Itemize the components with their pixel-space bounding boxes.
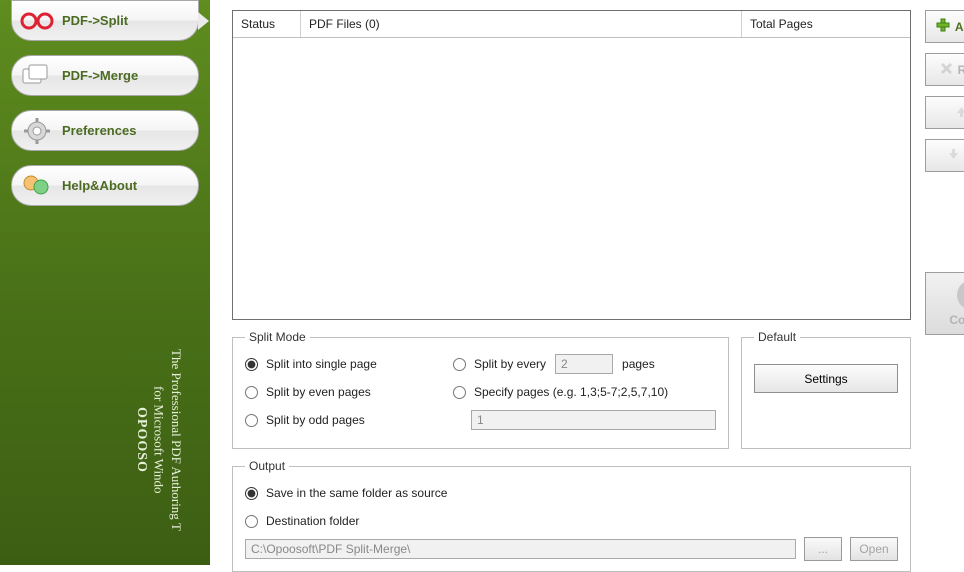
output-path-input[interactable] <box>245 539 796 559</box>
gear-icon <box>19 116 55 146</box>
plus-icon <box>936 18 950 35</box>
label-every-pre[interactable]: Split by every <box>474 357 546 371</box>
merge-icon <box>19 61 55 91</box>
output-legend: Output <box>245 459 289 473</box>
play-icon <box>957 280 964 310</box>
help-icon <box>19 171 55 201</box>
browse-button[interactable]: ... <box>804 537 842 561</box>
split-icon <box>19 6 55 36</box>
add-button[interactable]: Add <box>925 10 964 43</box>
split-legend: Split Mode <box>245 330 310 344</box>
label-every-post: pages <box>622 357 655 371</box>
file-list-header: Status PDF Files (0) Total Pages <box>233 11 910 38</box>
col-status[interactable]: Status <box>233 11 301 37</box>
nav-merge[interactable]: PDF->Merge <box>11 55 199 96</box>
nav-label: PDF->Split <box>62 13 128 28</box>
default-group: Default Settings <box>741 330 911 449</box>
arrow-up-icon <box>955 105 964 121</box>
label-single[interactable]: Split into single page <box>266 357 377 371</box>
label-odd[interactable]: Split by odd pages <box>266 413 365 427</box>
up-button[interactable]: Up <box>925 96 964 129</box>
col-pages[interactable]: Total Pages <box>742 11 910 37</box>
nav-split[interactable]: PDF->Split <box>11 0 199 41</box>
x-icon <box>940 62 953 78</box>
input-every[interactable] <box>555 354 613 374</box>
file-list[interactable]: Status PDF Files (0) Total Pages <box>232 10 911 320</box>
label-same-folder[interactable]: Save in the same folder as source <box>266 486 447 500</box>
radio-specify[interactable] <box>453 386 466 399</box>
nav-help[interactable]: Help&About <box>11 165 199 206</box>
radio-odd[interactable] <box>245 414 258 427</box>
default-legend: Default <box>754 330 800 344</box>
input-specify[interactable] <box>471 410 716 430</box>
label-specify[interactable]: Specify pages (e.g. 1,3;5-7;2,5,7,10) <box>474 385 668 399</box>
label-dest-folder[interactable]: Destination folder <box>266 514 359 528</box>
sidebar: PDF->Split PDF->Merge Preferences Help&A… <box>0 0 210 565</box>
arrow-down-icon <box>947 148 960 164</box>
radio-every[interactable] <box>453 358 466 371</box>
nav-label: Preferences <box>62 123 136 138</box>
down-button[interactable]: Down <box>925 139 964 172</box>
sidebar-tagline: The Professional PDF Authoring T for Mic… <box>131 320 185 560</box>
nav-label: PDF->Merge <box>62 68 138 83</box>
convert-button[interactable]: Convert <box>925 272 964 335</box>
settings-button[interactable]: Settings <box>754 364 898 393</box>
remove-button[interactable]: Remove <box>925 53 964 86</box>
open-button[interactable]: Open <box>850 537 898 561</box>
radio-single[interactable] <box>245 358 258 371</box>
output-group: Output Save in the same folder as source… <box>232 459 911 572</box>
radio-even[interactable] <box>245 386 258 399</box>
nav-label: Help&About <box>62 178 137 193</box>
split-mode-group: Split Mode Split into single page Split … <box>232 330 729 449</box>
label-even[interactable]: Split by even pages <box>266 385 371 399</box>
nav-preferences[interactable]: Preferences <box>11 110 199 151</box>
col-files[interactable]: PDF Files (0) <box>301 11 742 37</box>
radio-dest-folder[interactable] <box>245 515 258 528</box>
radio-same-folder[interactable] <box>245 487 258 500</box>
